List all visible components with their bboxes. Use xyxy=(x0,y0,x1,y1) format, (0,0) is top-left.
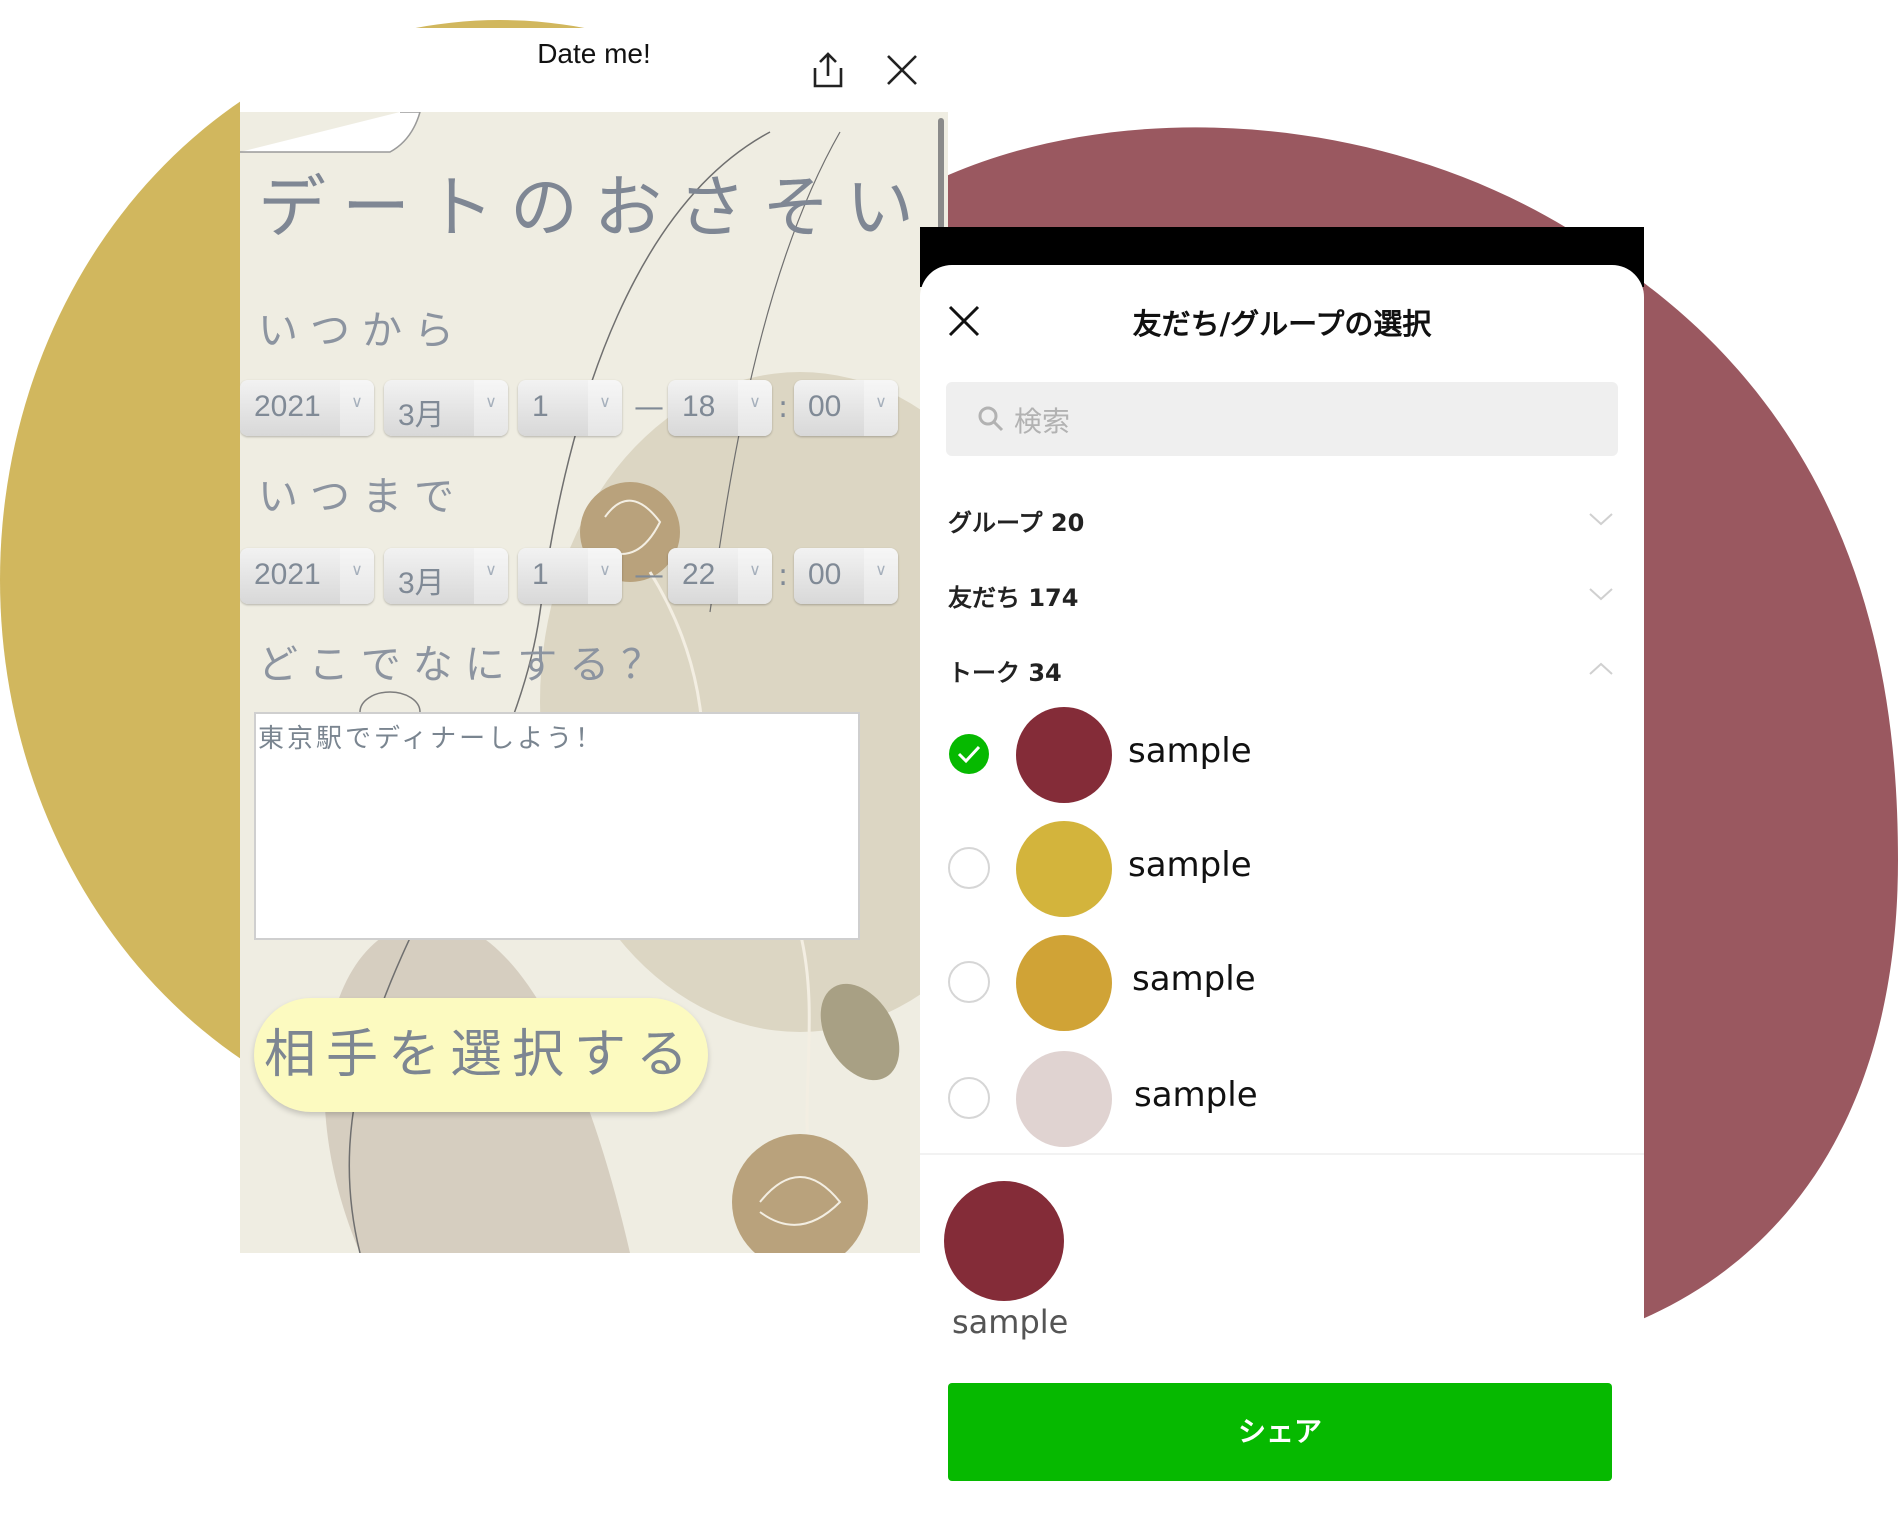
avatar xyxy=(1016,935,1112,1031)
chevron-down-icon: ∨ xyxy=(588,380,622,436)
range-dash: — xyxy=(634,558,664,593)
share-icon[interactable] xyxy=(806,48,850,92)
from-minute-select[interactable]: 00 ∨ xyxy=(794,380,898,436)
date-invitation-app: Date me! デートのおさそい いつから 2021 ∨ 3月 ∨ 1 ∨ —… xyxy=(240,28,948,1253)
from-hour-select[interactable]: 18 ∨ xyxy=(668,380,772,436)
chevron-down-icon: ∨ xyxy=(588,548,622,604)
sheet-title: 友だち/グループの選択 xyxy=(1132,307,1432,341)
chevron-down-icon: ∨ xyxy=(864,380,898,436)
avatar xyxy=(1016,1051,1112,1147)
chevron-down-icon: ∨ xyxy=(474,548,508,604)
contact-name: sample xyxy=(1128,845,1252,885)
chevron-down-icon: ∨ xyxy=(738,548,772,604)
share-button[interactable]: シェア xyxy=(948,1383,1612,1481)
radio-button[interactable] xyxy=(948,1077,990,1119)
to-minute-select[interactable]: 00 ∨ xyxy=(794,548,898,604)
avatar xyxy=(1016,707,1112,803)
search-input[interactable]: 検索 xyxy=(946,382,1618,456)
range-dash: — xyxy=(634,390,664,425)
from-day-select[interactable]: 1 ∨ xyxy=(518,380,622,436)
page-heading: デートのおさそい xyxy=(257,169,930,248)
chevron-down-icon: ∨ xyxy=(864,548,898,604)
where-label: どこでなにする？ xyxy=(258,642,674,688)
chevron-down-icon: ∨ xyxy=(340,380,374,436)
chevron-down-icon[interactable] xyxy=(1588,586,1614,602)
chevron-up-icon[interactable] xyxy=(1588,661,1614,677)
search-icon xyxy=(978,406,1004,432)
choose-partner-button[interactable]: 相手を選択する xyxy=(254,998,708,1112)
close-icon[interactable] xyxy=(880,48,924,92)
category-friends[interactable]: 友だち 174 xyxy=(948,578,1078,613)
contact-name: sample xyxy=(1128,731,1252,771)
from-label: いつから xyxy=(258,308,466,354)
share-sheet: 友だち/グループの選択 検索 グループ 20 友だち 174 トーク 34 sa… xyxy=(920,265,1644,1515)
selected-avatar[interactable] xyxy=(944,1181,1064,1301)
category-groups[interactable]: グループ 20 xyxy=(948,503,1084,538)
contact-name: sample xyxy=(1134,1075,1258,1115)
to-day-select[interactable]: 1 ∨ xyxy=(518,548,622,604)
radio-button[interactable] xyxy=(948,961,990,1003)
time-colon: : xyxy=(778,390,789,425)
radio-button[interactable] xyxy=(948,847,990,889)
to-hour-select[interactable]: 22 ∨ xyxy=(668,548,772,604)
plan-textarea[interactable]: 東京駅でディナーしよう！ xyxy=(254,712,860,940)
category-chats[interactable]: トーク 34 xyxy=(948,653,1062,688)
chevron-down-icon[interactable] xyxy=(1588,511,1614,527)
search-placeholder: 検索 xyxy=(1014,405,1071,438)
divider xyxy=(920,1153,1644,1155)
from-month-select[interactable]: 3月 ∨ xyxy=(384,380,508,436)
chevron-down-icon: ∨ xyxy=(738,380,772,436)
chevron-down-icon: ∨ xyxy=(340,548,374,604)
to-label: いつまで xyxy=(258,474,466,520)
selected-name: sample xyxy=(952,1303,1069,1341)
to-year-select[interactable]: 2021 ∨ xyxy=(240,548,374,604)
contact-name: sample xyxy=(1132,959,1256,999)
invitation-form: デートのおさそい いつから 2021 ∨ 3月 ∨ 1 ∨ — 18 ∨ : 00 ∨ い… xyxy=(240,112,948,1253)
avatar xyxy=(1016,821,1112,917)
app-header: Date me! xyxy=(240,28,948,112)
chevron-down-icon: ∨ xyxy=(474,380,508,436)
to-month-select[interactable]: 3月 ∨ xyxy=(384,548,508,604)
time-colon: : xyxy=(778,558,789,593)
from-year-select[interactable]: 2021 ∨ xyxy=(240,380,374,436)
check-icon[interactable] xyxy=(948,733,990,775)
share-target-picker: 友だち/グループの選択 検索 グループ 20 友だち 174 トーク 34 sa… xyxy=(920,227,1644,1515)
